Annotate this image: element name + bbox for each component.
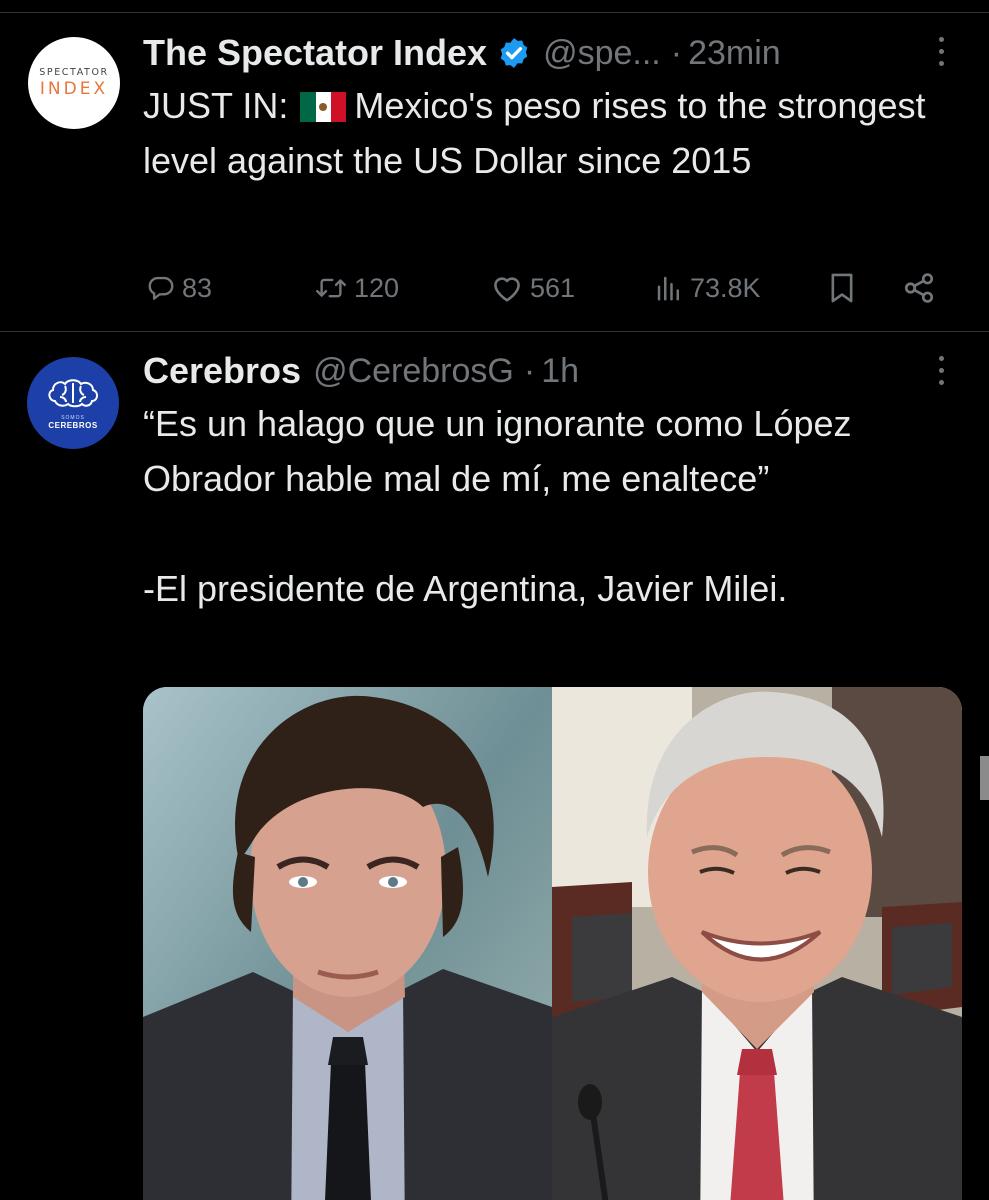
mexico-flag-icon [300,92,347,122]
photo-javier-milei[interactable] [143,687,552,1200]
tweet-text-part: JUST IN: [143,85,299,126]
views-count: 73.8K [690,272,761,303]
timeline: SPECTATOR INDEX The Spectator Index @spe… [0,0,989,1200]
bookmark-button[interactable] [826,266,858,310]
views-button[interactable]: 73.8K [654,266,761,310]
share-button[interactable] [902,266,936,310]
separator-dot: · [670,33,683,72]
retweet-icon [316,278,346,298]
author-display-name[interactable]: Cerebros [143,350,301,392]
scrollbar-thumb[interactable] [980,756,989,800]
avatar-spectator-index[interactable]: SPECTATOR INDEX [28,37,120,129]
author-display-name[interactable]: The Spectator Index [143,32,487,74]
tweet-media[interactable] [143,687,962,1200]
reply-button[interactable]: 83 [146,266,212,310]
avatar-text-top: SPECTATOR [39,67,109,78]
tweet-header: Cerebros @CerebrosG · 1h [143,348,579,394]
portrait-left [143,687,552,1200]
reply-icon [148,276,174,300]
divider [0,12,989,13]
like-count: 561 [530,272,576,303]
tweet-text: “Es un halago que un ignorante como Lópe… [143,403,852,609]
avatar-text-bottom: CEREBROS [48,421,98,430]
share-icon [904,273,934,303]
retweet-count: 120 [354,272,400,303]
tweet-action-bar: 83 120 561 73.8K [0,266,989,310]
brain-icon [48,379,98,408]
verified-badge-icon [500,38,528,68]
divider [0,331,989,332]
tweet-timestamp[interactable]: 23min [688,34,781,73]
heart-icon [494,277,520,302]
retweet-button[interactable]: 120 [314,266,399,310]
more-options-icon[interactable] [936,356,946,392]
reply-count: 83 [182,272,213,303]
photo-lopez-obrador[interactable] [552,687,962,1200]
tweet-text: JUST IN: Mexico's peso rises to the stro… [143,78,973,188]
separator-dot: · [523,351,536,390]
more-options-icon[interactable] [936,37,946,73]
analytics-icon [657,276,679,301]
avatar-text-bottom: INDEX [39,79,109,99]
author-handle[interactable]: @CerebrosG [313,352,514,391]
tweet-timestamp[interactable]: 1h [541,352,579,391]
portrait-right [552,687,962,1200]
author-handle[interactable]: @spe... [543,34,661,73]
like-button[interactable]: 561 [490,266,575,310]
avatar-cerebros[interactable]: SOMOS CEREBROS [27,357,119,449]
tweet-header: The Spectator Index @spe... · 23min [143,30,781,76]
bookmark-icon [831,273,853,303]
